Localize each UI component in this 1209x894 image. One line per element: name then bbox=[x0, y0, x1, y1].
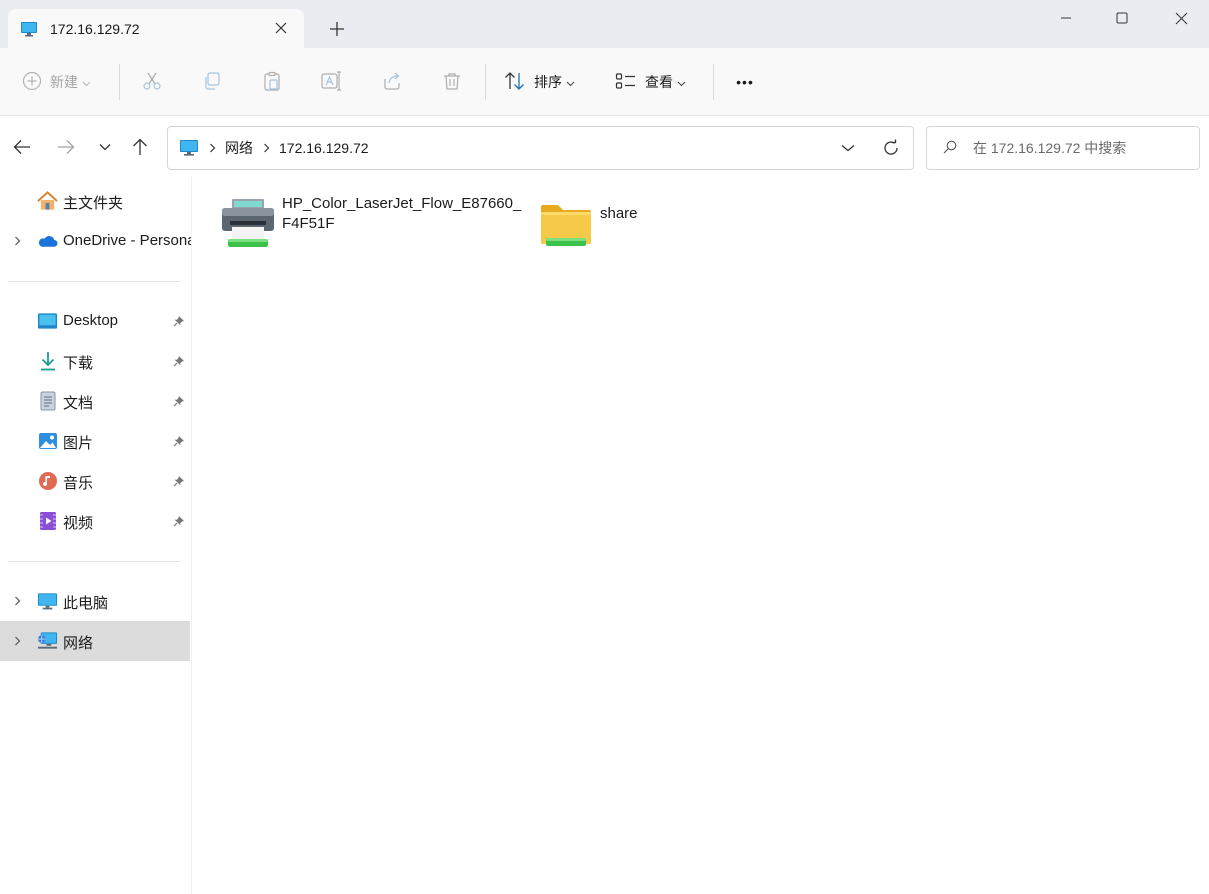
copy-icon bbox=[202, 71, 222, 94]
divider bbox=[8, 281, 180, 282]
sort-button-label: 排序 bbox=[534, 74, 562, 90]
pin-icon[interactable] bbox=[172, 514, 186, 528]
view-list-icon bbox=[615, 71, 637, 94]
file-item-name: share bbox=[600, 205, 638, 222]
network-icon bbox=[37, 631, 58, 651]
sidebar-item-label: OneDrive - Personal bbox=[63, 232, 191, 249]
forward-button[interactable] bbox=[54, 135, 78, 159]
sort-button[interactable]: 排序 bbox=[504, 62, 575, 102]
pictures-icon bbox=[37, 431, 58, 451]
pin-icon[interactable] bbox=[172, 394, 186, 408]
sidebar-item-music[interactable]: 音乐 bbox=[0, 461, 190, 501]
new-tab-button[interactable] bbox=[326, 18, 348, 40]
sidebar-item-label: 此电脑 bbox=[63, 595, 109, 612]
folder-icon bbox=[536, 194, 596, 254]
sidebar-item-network[interactable]: 网络 bbox=[0, 621, 190, 661]
refresh-icon[interactable] bbox=[881, 138, 901, 158]
search-input[interactable] bbox=[973, 140, 1193, 156]
music-icon bbox=[37, 471, 58, 491]
share-button[interactable] bbox=[381, 62, 403, 102]
pin-icon[interactable] bbox=[172, 474, 186, 488]
divider bbox=[713, 64, 714, 100]
chevron-down-icon bbox=[677, 74, 686, 90]
divider bbox=[485, 64, 486, 100]
command-bar: 新建 排序 查看 ••• bbox=[0, 48, 1209, 116]
chevron-down-icon bbox=[82, 74, 91, 90]
divider bbox=[119, 64, 120, 100]
delete-button[interactable] bbox=[441, 62, 463, 102]
file-item-printer[interactable]: HP_Color_LaserJet_Flow_E87660_F4F51F bbox=[218, 194, 528, 254]
document-icon bbox=[37, 391, 58, 411]
file-view: HP_Color_LaserJet_Flow_E87660_F4F51F sha… bbox=[192, 177, 1209, 894]
maximize-button[interactable] bbox=[1099, 4, 1145, 32]
chevron-down-icon bbox=[566, 74, 575, 90]
plus-circle-icon bbox=[22, 71, 42, 94]
sidebar-item-home[interactable]: 主文件夹 bbox=[0, 181, 190, 221]
new-button[interactable]: 新建 bbox=[22, 62, 91, 102]
sidebar-item-this-pc[interactable]: 此电脑 bbox=[0, 581, 190, 621]
clipboard-icon bbox=[262, 71, 282, 94]
copy-button[interactable] bbox=[201, 62, 223, 102]
address-bar[interactable]: 网络 172.16.129.72 bbox=[167, 126, 914, 170]
view-button-label: 查看 bbox=[645, 74, 673, 90]
file-item-name: HP_Color_LaserJet_Flow_E87660_F4F51F bbox=[282, 195, 522, 232]
computer-icon bbox=[37, 591, 58, 611]
breadcrumb-host[interactable]: 172.16.129.72 bbox=[279, 140, 369, 156]
chevron-right-icon[interactable] bbox=[263, 143, 270, 153]
sidebar-item-onedrive[interactable]: OneDrive - Personal bbox=[0, 221, 191, 261]
onedrive-cloud-icon bbox=[37, 231, 58, 251]
address-history-icon[interactable] bbox=[839, 139, 857, 157]
paste-button[interactable] bbox=[261, 62, 283, 102]
view-button[interactable]: 查看 bbox=[615, 62, 686, 102]
videos-icon bbox=[37, 511, 58, 531]
breadcrumb-network[interactable]: 网络 bbox=[225, 138, 253, 158]
cut-button[interactable] bbox=[141, 62, 163, 102]
sidebar-item-label: 网络 bbox=[63, 635, 94, 652]
rename-icon bbox=[321, 70, 343, 94]
desktop-icon bbox=[37, 311, 58, 331]
recent-locations-button[interactable] bbox=[93, 135, 117, 159]
home-icon bbox=[37, 191, 58, 211]
chevron-right-icon[interactable] bbox=[10, 594, 24, 608]
sidebar-item-pictures[interactable]: 图片 bbox=[0, 421, 190, 461]
navigation-row: 网络 172.16.129.72 bbox=[0, 117, 1209, 177]
close-window-button[interactable] bbox=[1158, 4, 1204, 32]
chevron-right-icon[interactable] bbox=[10, 634, 24, 648]
printer-icon bbox=[218, 194, 278, 254]
title-bar: 172.16.129.72 bbox=[0, 0, 1209, 48]
scissors-icon bbox=[142, 71, 162, 94]
up-button[interactable] bbox=[128, 135, 152, 159]
search-box[interactable] bbox=[926, 126, 1200, 170]
pin-icon[interactable] bbox=[172, 434, 186, 448]
rename-button[interactable] bbox=[321, 62, 343, 102]
sidebar-item-videos[interactable]: 视频 bbox=[0, 501, 190, 541]
sidebar-item-label: 主文件夹 bbox=[63, 195, 124, 212]
tab-current[interactable]: 172.16.129.72 bbox=[8, 9, 304, 48]
pin-icon[interactable] bbox=[172, 354, 186, 368]
file-item-share[interactable]: share bbox=[536, 194, 696, 254]
new-button-label: 新建 bbox=[50, 74, 78, 90]
sidebar-item-desktop[interactable]: Desktop bbox=[0, 301, 190, 341]
navigation-pane: 主文件夹 OneDrive - Personal Desktop 下载 文档 图… bbox=[0, 177, 192, 894]
sidebar-item-downloads[interactable]: 下载 bbox=[0, 341, 190, 381]
divider bbox=[8, 561, 180, 562]
more-options-button[interactable]: ••• bbox=[731, 62, 759, 102]
chevron-right-icon[interactable] bbox=[209, 143, 216, 153]
close-tab-icon[interactable] bbox=[272, 19, 290, 37]
monitor-icon bbox=[20, 20, 38, 38]
pin-icon[interactable] bbox=[172, 314, 186, 328]
back-button[interactable] bbox=[10, 135, 34, 159]
trash-icon bbox=[442, 71, 462, 94]
sidebar-item-documents[interactable]: 文档 bbox=[0, 381, 190, 421]
share-icon bbox=[382, 71, 402, 94]
minimize-button[interactable] bbox=[1043, 4, 1089, 32]
tab-title: 172.16.129.72 bbox=[50, 20, 140, 37]
computer-icon bbox=[179, 139, 199, 157]
chevron-right-icon[interactable] bbox=[10, 234, 24, 248]
more-options-icon: ••• bbox=[736, 74, 754, 90]
search-icon bbox=[943, 140, 957, 157]
sort-arrows-icon bbox=[504, 71, 526, 94]
download-icon bbox=[37, 351, 58, 371]
